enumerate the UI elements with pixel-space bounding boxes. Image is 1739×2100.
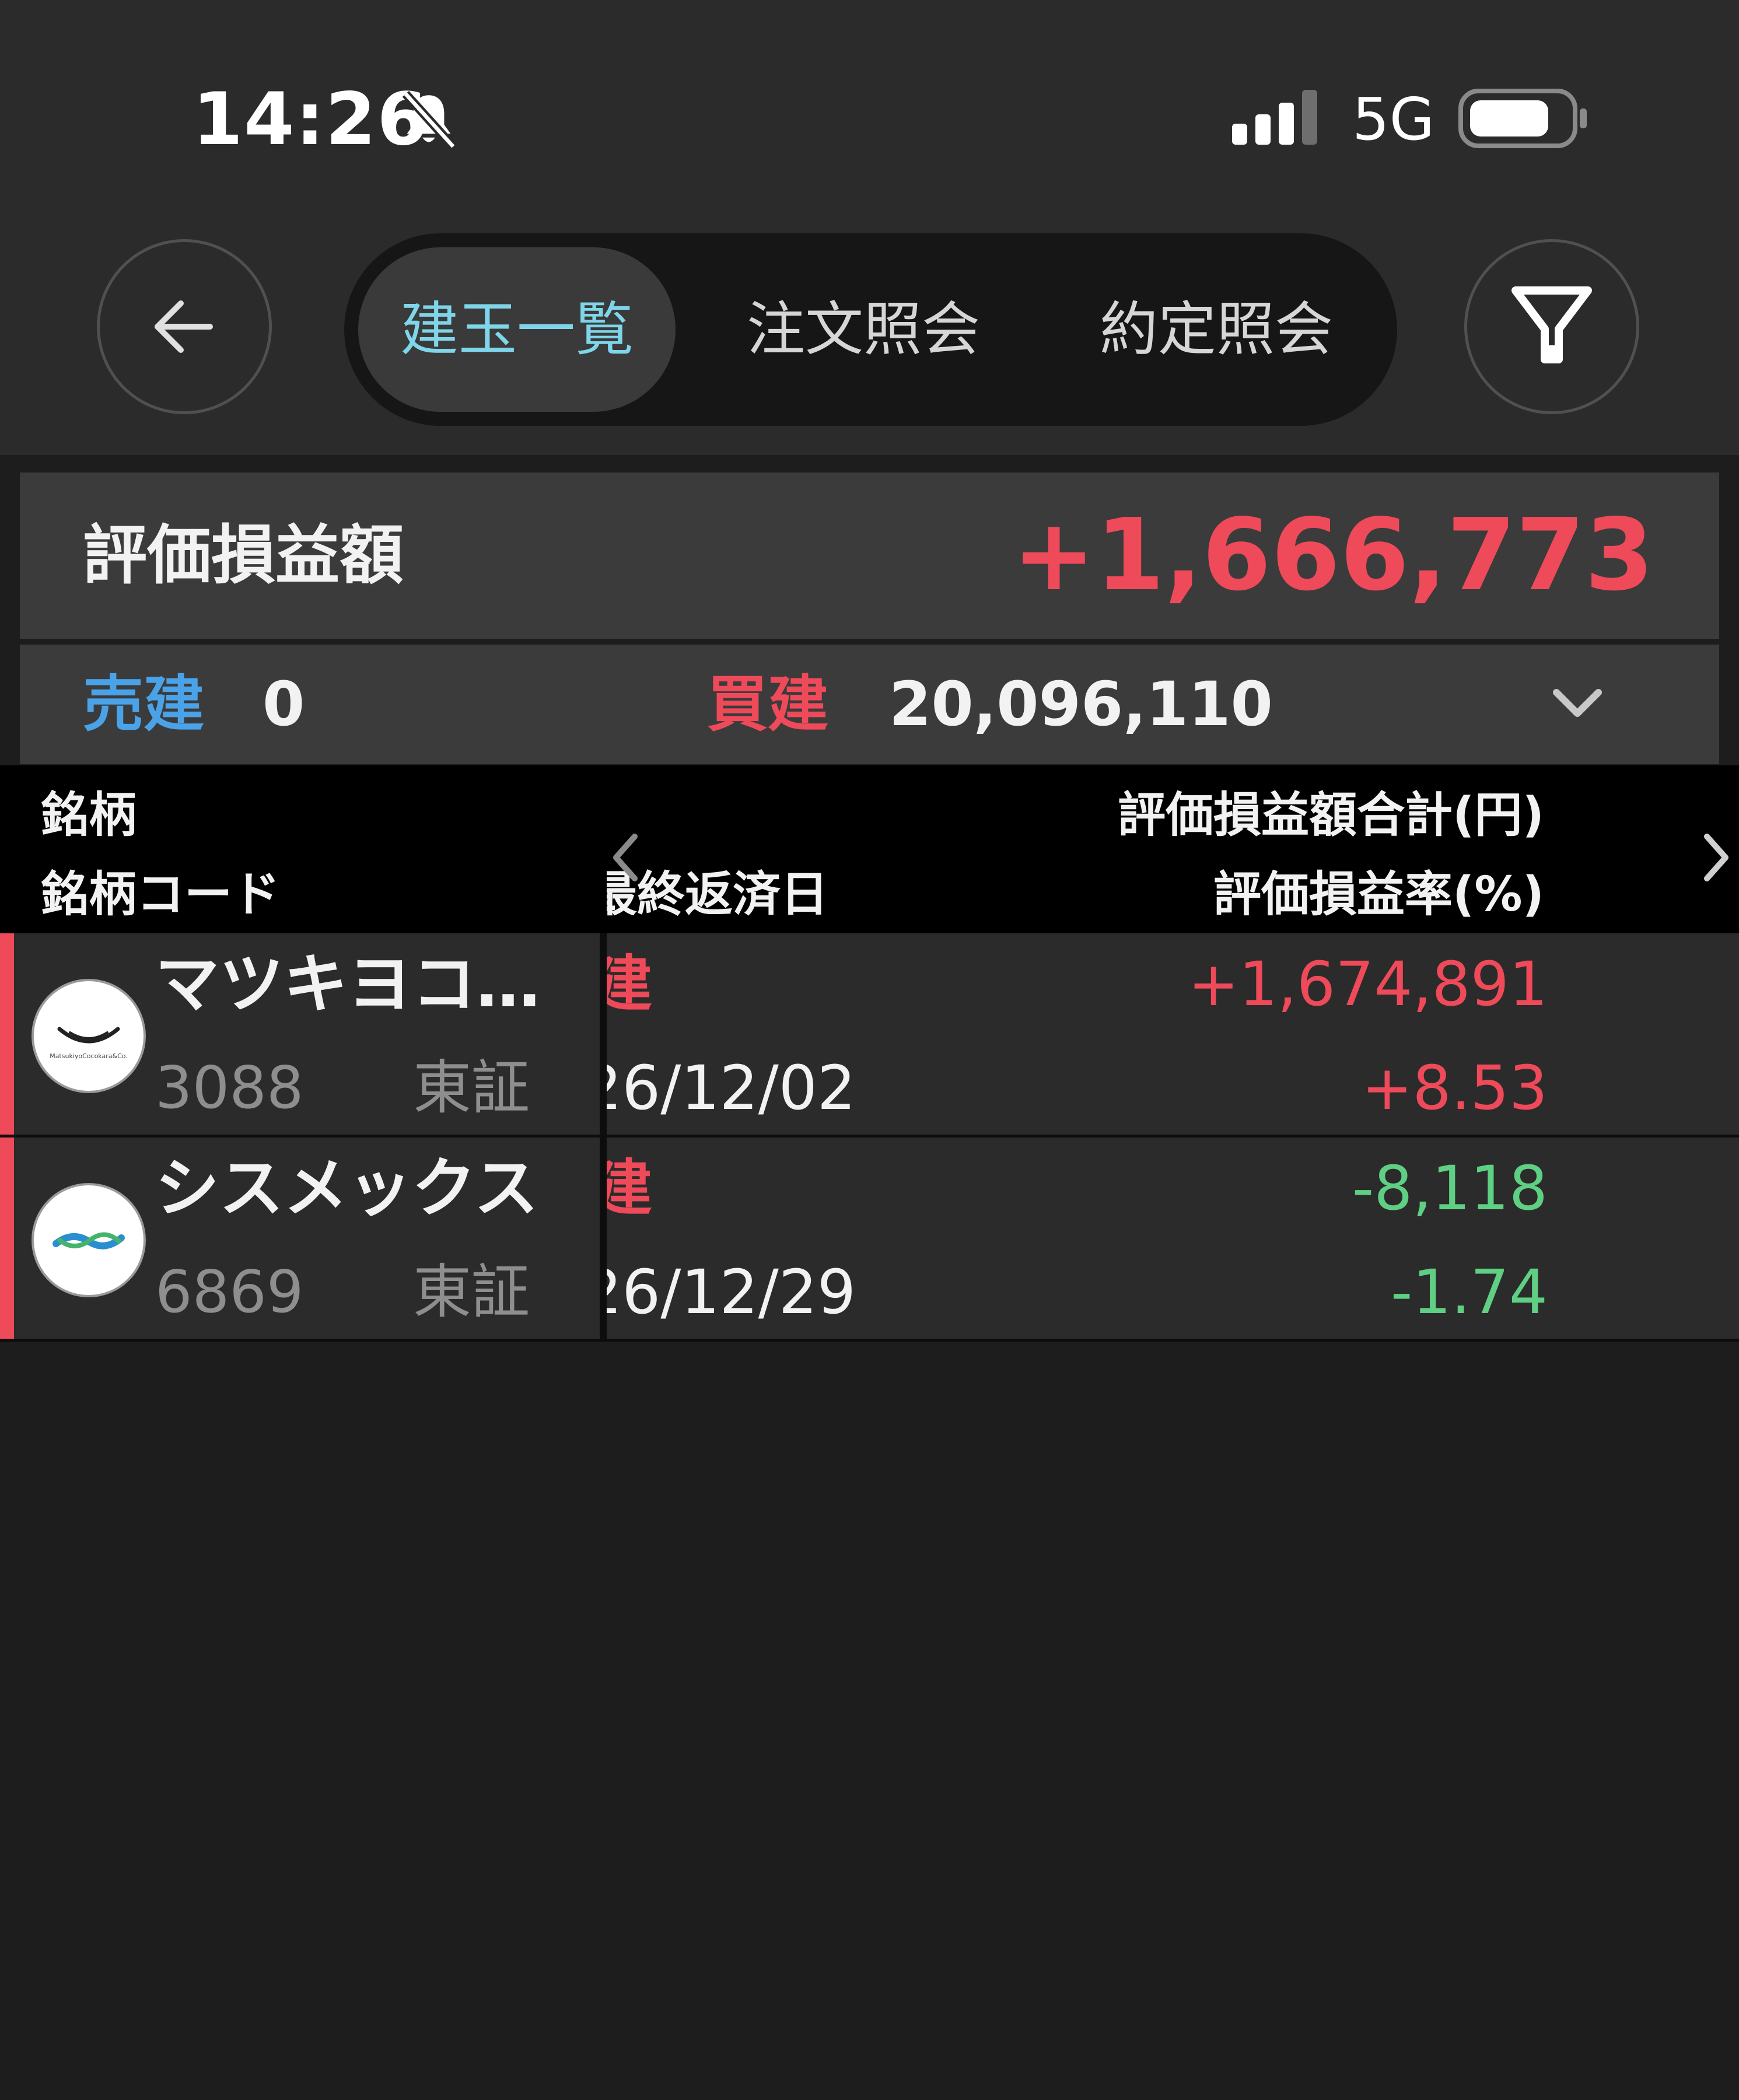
header-pl-total: 評価損益額合計(円)	[1118, 788, 1544, 843]
buy-position-value: 20,096,110	[889, 668, 1273, 740]
row-scroll-clip: 建 26/12/29	[607, 1138, 957, 1339]
header-pl-rate: 評価損益率(%)	[1213, 867, 1544, 922]
frozen-column-divider	[600, 933, 607, 1135]
unrealized-pl-value: +1,666,773	[1012, 498, 1654, 613]
header-code: 銘柄コード	[41, 867, 281, 922]
screen: 14:26 5G 建玉一覧 注文照会 約定照会 評価損益額 +1,666,773…	[0, 0, 1739, 2100]
pl-rate: -1.74	[1390, 1256, 1548, 1328]
back-button[interactable]	[97, 239, 272, 414]
tab-positions[interactable]: 建玉一覧	[358, 247, 676, 412]
frozen-column-divider	[600, 1138, 607, 1339]
matsukiyococokara-logo-icon: MatsukiyoCocokara&Co.	[32, 979, 146, 1093]
stock-market: 東証	[413, 1054, 530, 1122]
buy-side-marker	[0, 933, 14, 1135]
position-row[interactable]: MatsukiyoCocokara&Co. マツキヨコ… 3088 東証 建 2…	[0, 933, 1739, 1138]
unrealized-pl-label: 評価損益額	[83, 518, 404, 593]
network-type: 5G	[1352, 85, 1435, 153]
unrealized-pl-summary: 評価損益額 +1,666,773	[20, 473, 1719, 639]
pl-amount: -8,118	[1352, 1153, 1548, 1224]
filter-button[interactable]	[1464, 239, 1639, 414]
buy-side-marker	[0, 1138, 14, 1339]
table-header: 銘柄 銘柄コード і 最終返済日 評価損益額合計(円) 評価損益率(%)	[0, 765, 1739, 933]
due-date: 26/12/02	[607, 1052, 856, 1124]
due-date: 26/12/29	[607, 1256, 856, 1328]
stock-name: シスメックス	[155, 1151, 538, 1226]
status-time: 14:26	[193, 78, 429, 162]
position-row[interactable]: シスメックス 6869 東証 建 26/12/29 -8,118 -1.74	[0, 1138, 1739, 1342]
sell-position-value: 0	[263, 668, 305, 740]
tab-order-inquiry[interactable]: 注文照会	[700, 247, 1027, 412]
sell-position-label: 売建	[83, 668, 205, 740]
scroll-left-icon[interactable]	[609, 828, 644, 887]
row-scroll-clip: 建 26/12/02	[607, 933, 957, 1135]
header-name: 銘柄	[41, 788, 137, 843]
battery-icon	[1458, 89, 1587, 148]
stock-name: マツキヨコ…	[155, 947, 540, 1021]
chevron-down-icon[interactable]	[1548, 675, 1607, 733]
bell-muted-icon	[402, 90, 457, 150]
stock-code: 6869	[155, 1258, 304, 1326]
position-side: 建	[607, 949, 653, 1020]
pl-amount: +1,674,891	[1188, 949, 1548, 1020]
stock-market: 東証	[413, 1258, 530, 1326]
arrow-left-icon	[155, 300, 213, 353]
filter-icon	[1511, 286, 1592, 363]
tab-execution-inquiry[interactable]: 約定照会	[1053, 247, 1380, 412]
svg-text:MatsukiyoCocokara&Co.: MatsukiyoCocokara&Co.	[50, 1052, 128, 1060]
position-totals[interactable]: 売建 0 買建 20,096,110	[20, 645, 1719, 764]
sysmex-logo-icon	[32, 1183, 146, 1297]
tab-bar: 建玉一覧 注文照会 約定照会	[344, 233, 1397, 426]
pl-rate: +8.53	[1362, 1052, 1548, 1124]
buy-position-label: 買建	[707, 668, 829, 740]
position-side: 建	[607, 1153, 653, 1224]
stock-code: 3088	[155, 1054, 304, 1122]
signal-icon	[1232, 90, 1317, 145]
top-bar: 14:26 5G 建玉一覧 注文照会 約定照会	[0, 0, 1739, 455]
scroll-right-icon[interactable]	[1698, 828, 1733, 887]
